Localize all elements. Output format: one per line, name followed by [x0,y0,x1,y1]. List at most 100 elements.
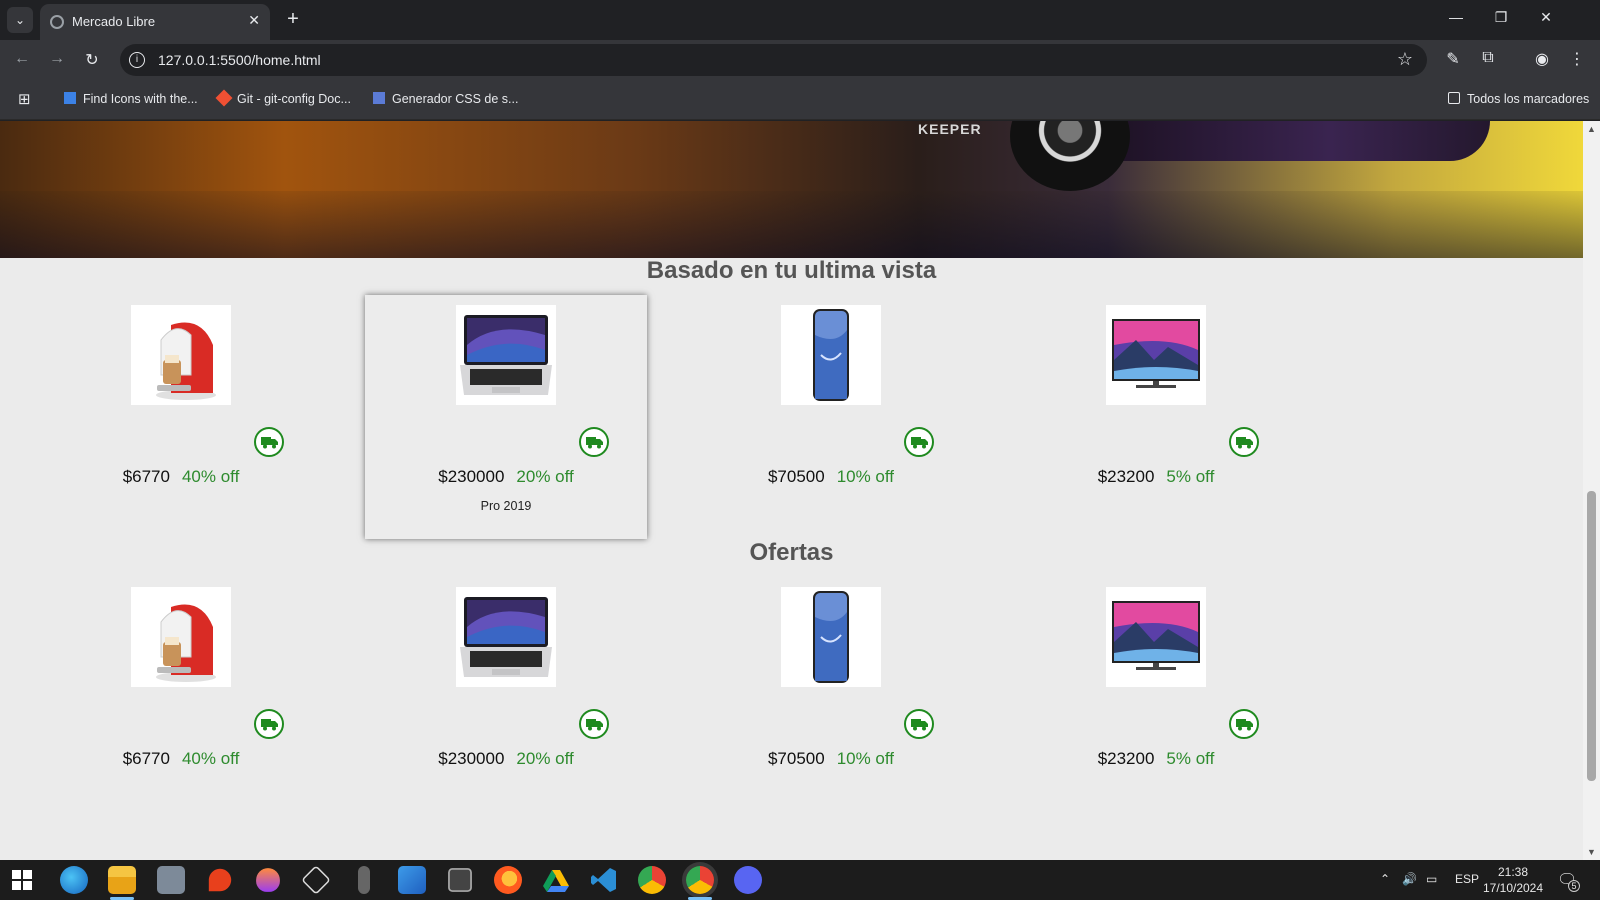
file-explorer-icon[interactable] [108,866,136,894]
tab-title: Mercado Libre [72,14,156,29]
calculator-icon[interactable] [157,866,185,894]
product-card[interactable]: $230000 20% off [365,577,647,821]
window-close-icon[interactable]: ✕ [1536,9,1556,26]
back-icon[interactable]: ← [12,50,32,68]
bookmark-item[interactable]: Git - git-config Doc... [215,89,351,107]
pen-icon[interactable]: ✎ [1442,49,1464,69]
globe-icon [50,15,64,29]
profile-icon[interactable]: ◉ [1531,49,1553,69]
vscode-icon[interactable] [590,866,618,894]
discount: 40% off [181,467,240,486]
price: $230000 [438,749,505,768]
clock[interactable]: 21:38 17/10/2024 [1478,864,1548,896]
smartphone-image[interactable] [781,305,881,405]
tab-strip: ⌄ Mercado Libre ✕ + — ❐ ✕ [0,0,1600,40]
discount: 20% off [516,749,574,768]
price-row: $6770 40% off [40,467,322,487]
firefox-icon[interactable] [494,866,522,894]
reload-icon[interactable]: ↻ [82,50,102,70]
forward-icon[interactable]: → [47,50,67,68]
hero-banner: KEEPER [0,121,1583,258]
price-row: $230000 20% off [365,467,647,487]
tab-search-button[interactable]: ⌄ [7,7,33,33]
product-card[interactable]: $6770 40% off [40,295,322,539]
price: $70500 [767,749,825,768]
discount: 10% off [836,467,895,486]
bookmark-item[interactable]: Find Icons with the... [64,92,198,106]
product-card[interactable]: $23200 5% off [1015,295,1297,539]
discount: 5% off [1166,749,1215,768]
discount: 40% off [181,749,240,768]
bookmarks-bar: ⊞ Find Icons with the... Git - git-confi… [0,80,1600,120]
smartphone-image[interactable] [781,587,881,687]
discord-icon[interactable] [734,866,762,894]
camera-icon[interactable] [448,868,472,892]
shipping-truck-icon [254,427,284,457]
bookmark-item[interactable]: Generador CSS de s... [373,92,518,106]
television-image[interactable] [1106,587,1206,687]
discount: 10% off [836,749,895,768]
maps-icon[interactable] [208,868,232,892]
price-row: $23200 5% off [1015,749,1297,769]
close-icon[interactable]: ✕ [248,12,260,29]
banner-text: KEEPER [918,121,982,137]
coffee-maker-image[interactable] [131,587,231,687]
all-bookmarks[interactable]: Todos los marcadores [1448,92,1589,106]
info-icon[interactable]: i [129,52,145,68]
product-card[interactable]: $23200 5% off [1015,577,1297,821]
restore-icon[interactable]: ❐ [1491,9,1511,26]
windows-start-icon[interactable] [10,868,38,896]
product-card-hovered[interactable]: $230000 20% off Pro 2019 [365,295,647,539]
coffee-maker-image[interactable] [131,305,231,405]
minimize-icon[interactable]: — [1446,9,1466,25]
shipping-truck-icon [1229,709,1259,739]
price-row: $230000 20% off [365,749,647,769]
chrome-profile-icon[interactable] [686,866,714,894]
shipping-truck-icon [904,709,934,739]
price-row: $70500 10% off [690,467,972,487]
scroll-thumb[interactable] [1587,491,1596,781]
new-tab-button[interactable]: + [280,7,306,33]
price-row: $6770 40% off [40,749,322,769]
network-icon[interactable]: ▭ [1426,872,1437,886]
shipping-truck-icon [1229,427,1259,457]
more-menu-icon[interactable]: ⋮ [1566,49,1588,69]
product-card[interactable]: $70500 10% off [690,295,972,539]
hero-floor [0,191,1583,258]
3d-viewer-icon[interactable] [301,865,331,895]
laptop-image[interactable] [456,305,556,405]
laptop-image[interactable] [456,587,556,687]
product-model: Pro 2019 [480,499,532,513]
microphone-icon[interactable] [358,866,370,894]
product-card[interactable]: $70500 10% off [690,577,972,821]
address-bar[interactable]: i 127.0.0.1:5500/home.html ☆ [120,44,1427,76]
volume-icon[interactable]: 🔊 [1402,872,1417,886]
extensions-icon[interactable]: ⧉ [1477,49,1499,67]
page-scrollbar[interactable]: ▲ ▼ [1583,121,1600,860]
shipping-truck-icon [904,427,934,457]
bookmark-star-icon[interactable]: ☆ [1397,49,1413,70]
scroll-up-arrow-icon[interactable]: ▲ [1583,124,1600,134]
edge-icon[interactable] [60,866,88,894]
price: $23200 [1097,467,1155,486]
product-card[interactable]: $6770 40% off [40,577,322,821]
page-viewport: KEEPER Basado en tu ultima vista $6770 40… [0,121,1600,860]
photos-icon[interactable] [398,866,426,894]
language-indicator[interactable]: ESP [1455,872,1479,886]
section-title: Ofertas [749,539,834,566]
paint-drop-icon[interactable] [256,868,280,892]
television-image[interactable] [1106,305,1206,405]
show-hidden-icons-chevron-icon[interactable]: ⌃ [1380,872,1390,886]
apps-grid-icon[interactable]: ⊞ [18,90,31,108]
taskbar: ⌃ 🔊 ▭ ESP 21:38 17/10/2024 🗨 5 [0,860,1600,900]
price-row: $23200 5% off [1015,467,1297,487]
tab-mercado-libre[interactable]: Mercado Libre ✕ [40,4,270,40]
url-text[interactable]: 127.0.0.1:5500/home.html [158,52,321,68]
scroll-down-arrow-icon[interactable]: ▼ [1583,847,1600,857]
google-drive-icon[interactable] [542,866,570,894]
price: $6770 [122,749,170,768]
price: $6770 [122,467,170,486]
chrome-icon[interactable] [638,866,666,894]
clock-time: 21:38 [1497,865,1529,879]
shipping-truck-icon [254,709,284,739]
